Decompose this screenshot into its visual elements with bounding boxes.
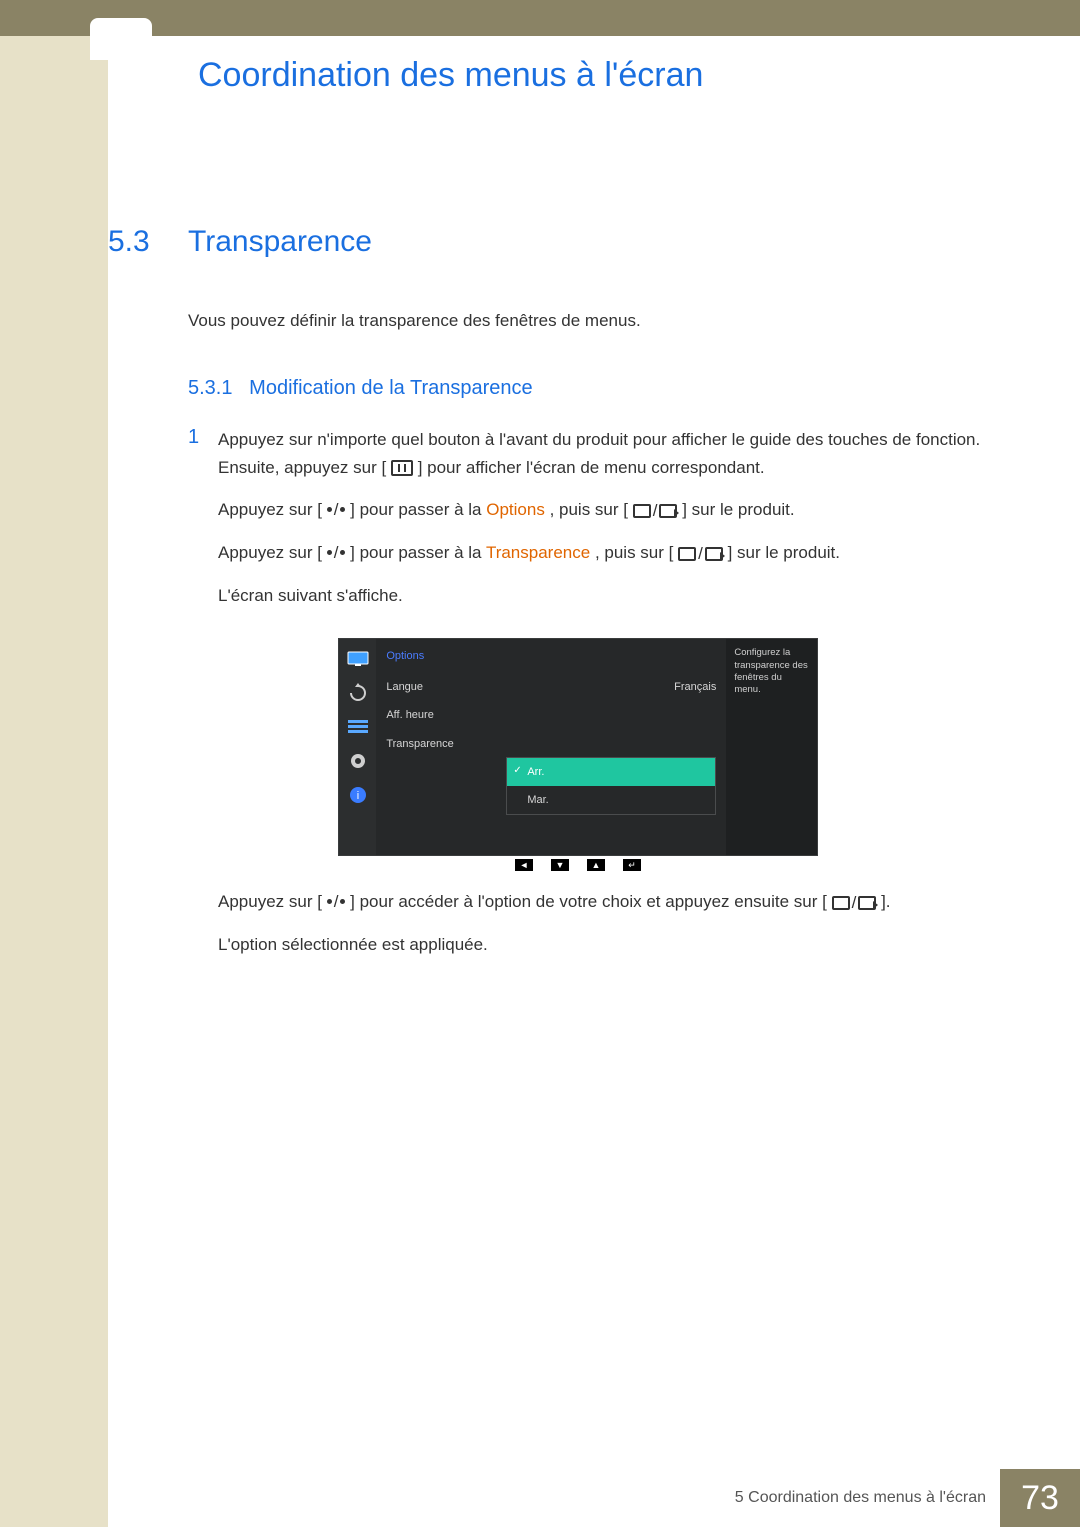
subsection-title: Modification de la Transparence xyxy=(249,377,533,399)
text-fragment: Appuyez sur [ xyxy=(218,543,322,562)
text-fragment: Appuyez sur [ xyxy=(218,892,322,911)
step-number: 1 xyxy=(188,426,218,959)
text-fragment: , puis sur [ xyxy=(550,500,628,519)
text-fragment: ] sur le produit. xyxy=(682,500,794,519)
text-fragment: ] pour passer à la xyxy=(350,543,486,562)
enter-source-icon-pair: / xyxy=(678,540,723,568)
nav-left-icon: ◄ xyxy=(515,859,533,871)
osd-row-transparence: Transparence xyxy=(386,730,716,753)
osd-label: Transparence xyxy=(386,735,453,753)
osd-help-panel: Configurez la transparence des fenêtres … xyxy=(726,639,817,855)
enter-source-icon-pair: / xyxy=(832,889,877,917)
osd-option-on: Mar. xyxy=(507,786,715,814)
nav-down-icon: ▼ xyxy=(551,859,569,871)
section-number: 5.3 xyxy=(108,225,188,259)
page-content: Coordination des menus à l'écran 5.3 Tra… xyxy=(108,36,1080,1469)
dot-icon xyxy=(340,507,345,512)
nav-up-icon: ▲ xyxy=(587,859,605,871)
text-fragment: ] pour afficher l'écran de menu correspo… xyxy=(418,458,765,477)
text-fragment: Appuyez sur [ xyxy=(218,500,322,519)
dot-icon xyxy=(340,550,345,555)
page-footer: 5 Coordination des menus à l'écran 73 xyxy=(0,1469,1080,1527)
dot-icon xyxy=(327,899,332,904)
nav-enter-icon: ↵ xyxy=(623,859,641,871)
subsection-number: 5.3.1 xyxy=(188,377,232,399)
step-1: 1 Appuyez sur n'importe quel bouton à l'… xyxy=(188,426,1020,959)
gear-icon xyxy=(346,751,370,771)
osd-main-panel: Options Langue Français Aff. heure Trans… xyxy=(376,639,726,855)
highlight-options: Options xyxy=(486,500,545,519)
menu-icon xyxy=(391,460,413,476)
text-fragment: L'écran suivant s'affiche. xyxy=(218,582,1020,610)
text-fragment: ] pour accéder à l'option de votre choix… xyxy=(350,892,827,911)
footer-gutter xyxy=(0,1469,108,1527)
steps-list: 1 Appuyez sur n'importe quel bouton à l'… xyxy=(188,426,1020,959)
dot-icon xyxy=(340,899,345,904)
osd-option-off: Arr. xyxy=(507,758,715,786)
section-intro: Vous pouvez définir la transparence des … xyxy=(188,311,1020,331)
text-fragment: ]. xyxy=(881,892,890,911)
text-fragment: ] pour passer à la xyxy=(350,500,486,519)
list-icon xyxy=(346,717,370,737)
info-icon: i xyxy=(346,785,370,805)
text-fragment: ] sur le produit. xyxy=(728,543,840,562)
osd-value: Français xyxy=(674,678,716,696)
osd-row-langue: Langue Français xyxy=(386,673,716,701)
osd-nav-bar: ◄ ▼ ▲ ↵ xyxy=(338,856,818,874)
left-gutter xyxy=(0,36,108,1527)
osd-sidebar: i xyxy=(339,639,376,855)
osd-window: i Options Langue Français Aff. heure xyxy=(338,638,818,856)
svg-text:i: i xyxy=(356,790,358,802)
osd-row-aff-heure: Aff. heure xyxy=(386,701,716,729)
subsection-header: 5.3.1 Modification de la Transparence xyxy=(188,377,1020,400)
top-band xyxy=(0,0,1080,36)
document-title: Coordination des menus à l'écran xyxy=(198,56,1020,95)
footer-page-number: 73 xyxy=(1000,1469,1080,1527)
rotate-icon xyxy=(346,683,370,703)
footer-chapter: 5 Coordination des menus à l'écran xyxy=(735,1489,1000,1507)
monitor-icon xyxy=(346,649,370,669)
section-header: 5.3 Transparence xyxy=(108,225,1020,259)
dot-icon xyxy=(327,550,332,555)
section-title: Transparence xyxy=(188,225,372,259)
highlight-transparence: Transparence xyxy=(486,543,590,562)
text-fragment: , puis sur [ xyxy=(595,543,673,562)
text-fragment: L'option sélectionnée est appliquée. xyxy=(218,931,1020,959)
osd-dropdown: Arr. Mar. xyxy=(506,757,716,815)
osd-label: Aff. heure xyxy=(386,706,434,724)
osd-screenshot: i Options Langue Français Aff. heure xyxy=(338,638,818,874)
step-text: Appuyez sur n'importe quel bouton à l'av… xyxy=(218,426,1020,959)
osd-menu-title: Options xyxy=(386,647,716,665)
dot-icon xyxy=(327,507,332,512)
osd-label: Langue xyxy=(386,678,423,696)
enter-source-icon-pair: / xyxy=(633,497,678,525)
